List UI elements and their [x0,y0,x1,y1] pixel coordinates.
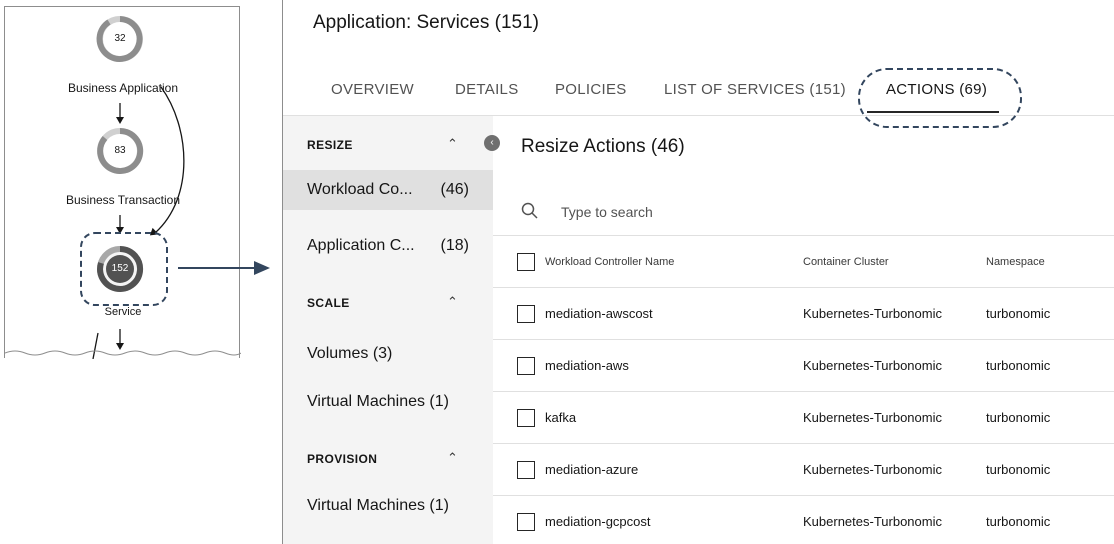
tab-policies[interactable]: POLICIES [555,81,627,98]
sidebar-item-label: Application C... [307,237,415,254]
node-label: Business Application [67,81,179,95]
sidebar-item-application-components[interactable]: Application C... (18) [283,226,493,266]
sidebar-item-virtual-machines-provision[interactable]: Virtual Machines (1) [283,486,493,526]
table-row[interactable]: kafka Kubernetes-Turbonomic turbonomic [493,392,1114,444]
table-row[interactable]: mediation-aws Kubernetes-Turbonomic turb… [493,340,1114,392]
workload-controller-name: mediation-awscost [545,306,653,321]
container-cluster: Kubernetes-Turbonomic [803,358,942,373]
topology-panel: 32 Business Application 83 Business Tran… [4,6,241,359]
row-checkbox[interactable] [517,513,535,531]
sidebar-item-virtual-machines-scale[interactable]: Virtual Machines (1) [283,382,493,422]
sidebar-item-count: (46) [440,181,469,198]
chevron-up-icon[interactable]: ⌃ [447,450,458,466]
tab-list-of-services[interactable]: LIST OF SERVICES (151) [664,81,846,98]
chevron-left-icon[interactable]: ‹ [484,135,500,151]
container-cluster: Kubernetes-Turbonomic [803,306,942,321]
sidebar-item-count: (18) [440,237,469,254]
node-count: 152 [111,263,129,274]
row-checkbox[interactable] [517,305,535,323]
action-category-sidebar: RESIZE ⌃ Workload Co... (46) Application… [283,116,493,544]
node-label: Business Transaction [65,193,181,207]
section-title-resize: RESIZE [307,138,353,152]
section-title-scale: SCALE [307,296,350,310]
namespace: turbonomic [986,514,1051,529]
namespace: turbonomic [986,358,1051,373]
container-cluster: Kubernetes-Turbonomic [803,410,942,425]
node-count: 32 [114,33,126,44]
container-cluster: Kubernetes-Turbonomic [803,514,942,529]
search-icon [521,202,538,219]
row-checkbox[interactable] [517,409,535,427]
workload-controller-name: mediation-aws [545,358,629,373]
chevron-up-icon[interactable]: ⌃ [447,294,458,310]
table-row[interactable]: mediation-gcpcost Kubernetes-Turbonomic … [493,496,1114,544]
workload-controller-name: kafka [545,410,577,425]
node-label: Service [104,306,142,318]
page-title: Application: Services (151) [313,12,539,33]
namespace: turbonomic [986,410,1051,425]
namespace: turbonomic [986,462,1051,477]
chevron-up-icon[interactable]: ⌃ [447,136,458,152]
select-all-checkbox[interactable] [517,253,535,271]
column-header[interactable]: Namespace [986,256,1045,268]
namespace: turbonomic [986,306,1051,321]
row-checkbox[interactable] [517,357,535,375]
sidebar-item-workload-controllers[interactable]: Workload Co... (46) [283,170,493,210]
search-bar [493,188,1114,236]
content-title: Resize Actions (46) [521,136,685,157]
table-row[interactable]: mediation-awscost Kubernetes-Turbonomic … [493,288,1114,340]
main-panel: Application: Services (151) OVERVIEW DET… [282,0,1114,544]
workload-controller-name: mediation-azure [545,462,639,477]
search-input[interactable] [561,202,961,222]
tab-highlight-frame [858,68,1022,128]
column-header[interactable]: Workload Controller Name [545,256,674,268]
container-cluster: Kubernetes-Turbonomic [803,462,942,477]
workload-controller-name: mediation-gcpcost [545,514,651,529]
column-header[interactable]: Container Cluster [803,256,889,268]
right-arrow-icon [178,261,270,275]
tab-overview[interactable]: OVERVIEW [331,81,414,98]
sidebar-item-volumes[interactable]: Volumes (3) [283,334,493,374]
tab-details[interactable]: DETAILS [455,81,519,98]
table-header-row: Workload Controller Name Container Clust… [493,236,1114,288]
table-row[interactable]: mediation-azure Kubernetes-Turbonomic tu… [493,444,1114,496]
row-checkbox[interactable] [517,461,535,479]
section-title-provision: PROVISION [307,452,378,466]
node-count: 83 [114,145,126,156]
sidebar-item-label: Workload Co... [307,181,413,198]
